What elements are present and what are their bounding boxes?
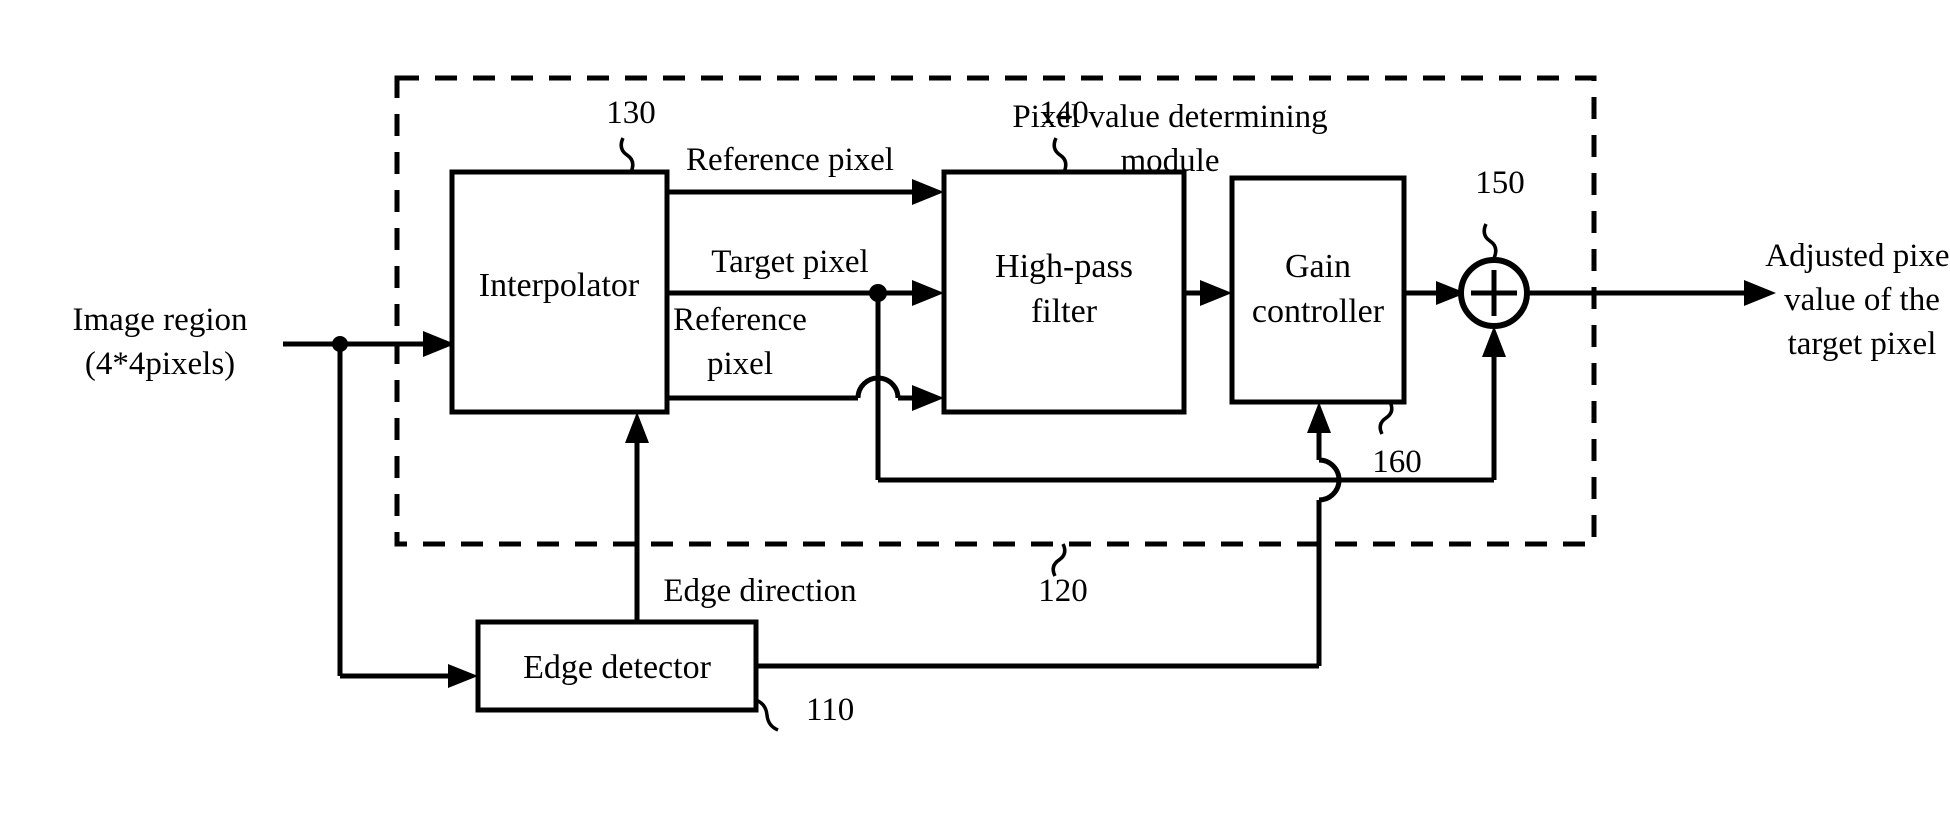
arrow-into-edge-detector <box>448 664 478 688</box>
arrow-into-gain-controller <box>1200 280 1232 306</box>
block-diagram: Pixel value determining module 120 Image… <box>72 75 1950 732</box>
signal-label-target-pixel: Target pixel <box>711 244 868 280</box>
patent-figure-canvas: Pixel value determining module 120 Image… <box>0 0 1950 836</box>
signal-label-reference-pixel-bottom-line1: Reference <box>673 302 807 338</box>
signal-label-reference-pixel-bottom-line2: pixel <box>707 346 773 382</box>
block-high-pass-filter[interactable] <box>941 169 1187 415</box>
arrow-target-pixel-into-hpf <box>912 280 944 306</box>
block-edge-detector-label: Edge detector <box>523 649 712 686</box>
ref-150-leader <box>1482 223 1498 259</box>
image-region-label-line1: Image region <box>72 302 247 338</box>
ref-number-150: 150 <box>1475 165 1525 201</box>
output-label-line2: value of the <box>1784 282 1940 318</box>
ref-140-leader <box>1052 137 1068 173</box>
signal-label-edge-direction: Edge direction <box>663 573 856 609</box>
ref-number-130: 130 <box>606 95 656 131</box>
ref-number-140: 140 <box>1039 95 1089 131</box>
output-label-line1: Adjusted pixel <box>1765 238 1950 274</box>
ref-number-110: 110 <box>806 692 854 728</box>
ref-number-120: 120 <box>1038 573 1088 609</box>
ref-160-leader <box>1378 401 1394 435</box>
signal-label-reference-pixel-top: Reference pixel <box>686 142 894 178</box>
arrow-output-adjusted-pixel <box>1744 280 1776 306</box>
ref-120-leader <box>1051 543 1067 577</box>
block-interpolator-label: Interpolator <box>479 267 640 304</box>
ref-110-leader <box>755 698 779 732</box>
arrow-into-adder-bottom <box>1482 326 1506 357</box>
block-gain-controller-label-line2: controller <box>1252 293 1385 330</box>
arrow-reference-pixel-bottom-into-hpf <box>912 385 944 411</box>
arrow-reference-pixel-top-into-hpf <box>912 179 944 205</box>
output-label-line3: target pixel <box>1788 326 1937 362</box>
ref-130-leader <box>619 137 635 173</box>
arrow-into-gain-controller-bottom <box>1307 402 1331 433</box>
block-high-pass-filter-label-line2: filter <box>1031 293 1098 330</box>
block-gain-controller[interactable] <box>1229 175 1407 405</box>
ref-number-160: 160 <box>1372 444 1422 480</box>
block-high-pass-filter-label-line1: High-pass <box>995 248 1133 285</box>
image-region-label-line2: (4*4pixels) <box>85 346 235 382</box>
block-gain-controller-label-line1: Gain <box>1285 248 1351 285</box>
arrow-edge-direction-into-interpolator <box>625 412 649 443</box>
